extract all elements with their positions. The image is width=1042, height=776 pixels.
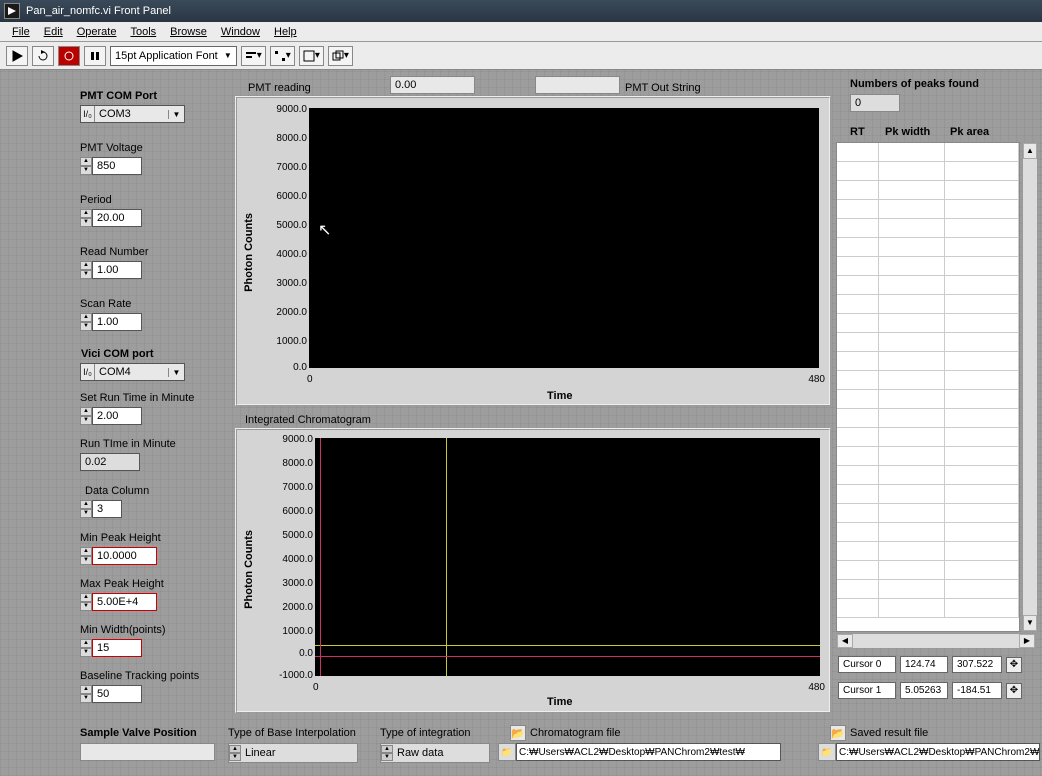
saved-file-folder-icon[interactable]: 📂 <box>830 725 846 741</box>
cursor-1-name[interactable]: Cursor 1 <box>838 682 896 699</box>
vici-com-select[interactable]: I/₀COM4▼ <box>80 363 185 381</box>
chrom-file-path[interactable]: 📁 C:₩Users₩ACL2₩Desktop₩PANChrom2₩test₩ <box>498 743 781 761</box>
reorder-button[interactable]: ▾ <box>328 46 353 66</box>
pmt-chart-plot[interactable] <box>309 108 819 368</box>
scan-rate-label: Scan Rate <box>80 298 131 310</box>
chart2-title: Integrated Chromatogram <box>245 414 371 426</box>
peaks-col-rt: RT <box>850 126 865 138</box>
chart1-xlabel: Time <box>547 390 572 402</box>
resize-button[interactable]: ▾ <box>299 46 324 66</box>
chart1-ylabel: Photon Counts <box>243 213 255 292</box>
set-runtime-label: Set Run Time in Minute <box>80 392 194 404</box>
interp-label: Type of Base Interpolation <box>228 727 356 739</box>
cursor-1-y[interactable]: -184.51 <box>952 682 1002 699</box>
menu-tools[interactable]: Tools <box>124 24 162 40</box>
peaks-col-area: Pk area <box>950 126 989 138</box>
distribute-button[interactable]: ▾ <box>270 46 295 66</box>
period-label: Period <box>80 194 112 206</box>
min-width-input[interactable]: ▲▼15 <box>80 639 142 657</box>
menu-operate[interactable]: Operate <box>71 24 123 40</box>
pause-button[interactable] <box>84 46 106 66</box>
front-panel: PMT COM Port I/₀COM3▼ PMT Voltage ▲▼850 … <box>0 70 1042 776</box>
pmt-voltage-input[interactable]: ▲▼850 <box>80 157 142 175</box>
labview-icon <box>4 3 20 19</box>
read-number-input[interactable]: ▲▼1.00 <box>80 261 142 279</box>
cursor-0-y[interactable]: 307.522 <box>952 656 1002 673</box>
pmt-voltage-label: PMT Voltage <box>80 142 143 154</box>
peaks-col-width: Pk width <box>885 126 930 138</box>
cursor-1-x[interactable]: 5.05263 <box>900 682 948 699</box>
pmt-reading-display: 0.00 <box>390 76 475 94</box>
menu-help[interactable]: Help <box>268 24 303 40</box>
menu-window[interactable]: Window <box>215 24 266 40</box>
baseline-input[interactable]: ▲▼50 <box>80 685 142 703</box>
window-titlebar: Pan_air_nomfc.vi Front Panel <box>0 0 1042 22</box>
saved-file-label: Saved result file <box>850 727 928 739</box>
cursor-0-name[interactable]: Cursor 0 <box>838 656 896 673</box>
cursor-0-move-icon[interactable]: ✥ <box>1006 657 1022 673</box>
pmt-out-display <box>535 76 620 94</box>
run-button[interactable] <box>6 46 28 66</box>
toolbar: 15pt Application Font ▾ ▾ ▾ ▾ <box>0 42 1042 70</box>
cursor-0-row: Cursor 0 124.74 307.522 ✥ <box>838 656 1022 673</box>
abort-button[interactable] <box>58 46 80 66</box>
sample-valve-label: Sample Valve Position <box>80 727 197 739</box>
cursor-1-move-icon[interactable]: ✥ <box>1006 683 1022 699</box>
integ-select[interactable]: ▲▼Raw data <box>380 743 490 763</box>
pmt-reading-label: PMT reading <box>248 82 311 94</box>
chart2-ylabel: Photon Counts <box>243 530 255 609</box>
vici-com-label: Vici COM port <box>81 348 154 360</box>
chrom-file-label: Chromatogram file <box>530 727 620 739</box>
interp-select[interactable]: ▲▼Linear <box>228 743 358 763</box>
menu-file[interactable]: File <box>6 24 36 40</box>
peaks-table-vscroll[interactable]: ▲▼ <box>1022 142 1038 632</box>
align-button[interactable]: ▾ <box>241 46 266 66</box>
min-width-label: Min Width(points) <box>80 624 166 636</box>
pmt-out-label: PMT Out String <box>625 82 701 94</box>
peaks-title: Numbers of peaks found <box>850 78 979 90</box>
runtime-label: Run TIme in Minute <box>80 438 176 450</box>
min-peak-h-label: Min Peak Height <box>80 532 161 544</box>
menu-browse[interactable]: Browse <box>164 24 213 40</box>
chart2-xlabel: Time <box>547 696 572 708</box>
peaks-count: 0 <box>850 94 900 112</box>
sample-valve-display <box>80 743 215 761</box>
menubar: File Edit Operate Tools Browse Window He… <box>0 22 1042 42</box>
chromatogram-chart-frame: Photon Counts 9000.0 8000.0 7000.0 6000.… <box>235 428 831 713</box>
run-continuous-button[interactable] <box>32 46 54 66</box>
runtime-display: 0.02 <box>80 453 140 471</box>
saved-file-path[interactable]: 📁 C:₩Users₩ACL2₩Desktop₩PANChrom2₩ <box>818 743 1040 761</box>
chrom-file-browse-icon[interactable]: 📁 <box>498 743 516 761</box>
max-peak-h-input[interactable]: ▲▼5.00E+4 <box>80 593 157 611</box>
read-number-label: Read Number <box>80 246 148 258</box>
set-runtime-input[interactable]: ▲▼2.00 <box>80 407 142 425</box>
period-input[interactable]: ▲▼20.00 <box>80 209 142 227</box>
scan-rate-input[interactable]: ▲▼1.00 <box>80 313 142 331</box>
baseline-label: Baseline Tracking points <box>80 670 199 682</box>
max-peak-h-label: Max Peak Height <box>80 578 164 590</box>
pmt-com-select[interactable]: I/₀COM3▼ <box>80 105 185 123</box>
peaks-table[interactable] <box>836 142 1020 632</box>
data-column-input[interactable]: ▲▼3 <box>80 500 122 518</box>
font-select[interactable]: 15pt Application Font <box>110 46 237 66</box>
min-peak-h-input[interactable]: ▲▼10.0000 <box>80 547 157 565</box>
chromatogram-chart-plot[interactable] <box>315 438 820 676</box>
cursor-1-row: Cursor 1 5.05263 -184.51 ✥ <box>838 682 1022 699</box>
integ-label: Type of integration <box>380 727 471 739</box>
data-column-label: Data Column <box>85 485 149 497</box>
menu-edit[interactable]: Edit <box>38 24 69 40</box>
saved-file-browse-icon[interactable]: 📁 <box>818 743 836 761</box>
cursor-0-x[interactable]: 124.74 <box>900 656 948 673</box>
chrom-file-folder-icon[interactable]: 📂 <box>510 725 526 741</box>
pmt-chart-frame: Photon Counts 9000.0 8000.0 7000.0 6000.… <box>235 96 831 406</box>
window-title: Pan_air_nomfc.vi Front Panel <box>26 5 171 17</box>
peaks-table-hscroll[interactable]: ◀▶ <box>836 633 1036 649</box>
pmt-com-label: PMT COM Port <box>80 90 157 102</box>
